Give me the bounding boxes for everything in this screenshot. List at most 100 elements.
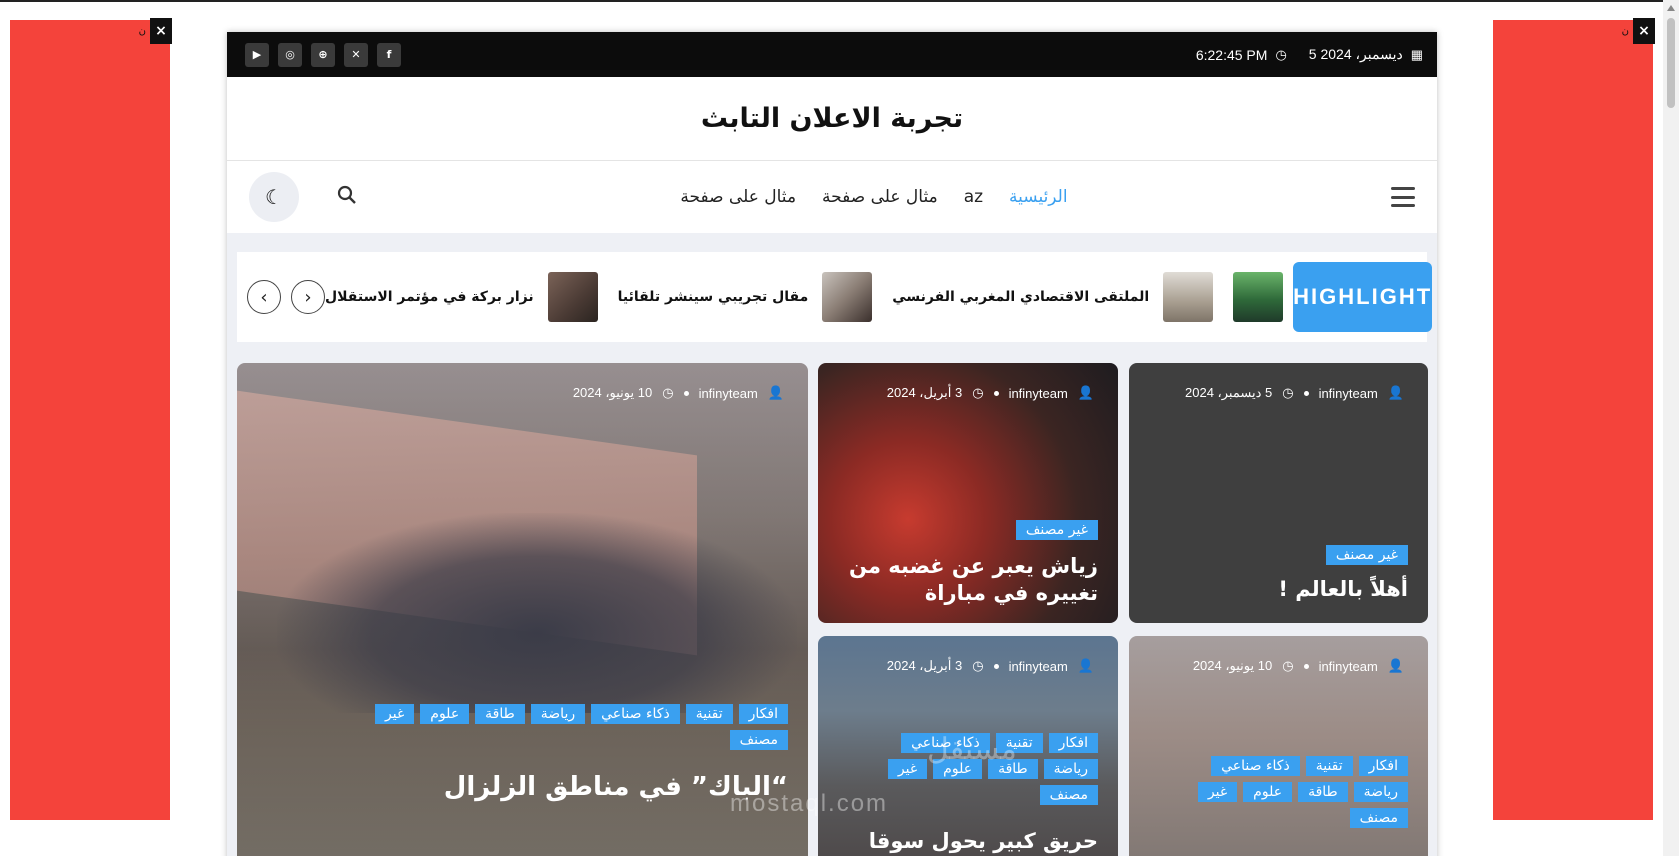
- post-card[interactable]: 👤 infinyteam ◷ 5 ديسمبر، 2024 غير مصنف أ…: [1129, 363, 1428, 623]
- tag[interactable]: مصنف: [729, 730, 788, 750]
- date-time: 6:22:45 PM ◷ 5 ديسمبر، 2024 ▦: [1196, 46, 1423, 63]
- tag[interactable]: غير: [887, 759, 928, 779]
- ticker-thumbnail: [547, 272, 598, 322]
- right-side-ad[interactable]: ن ×: [1493, 18, 1655, 820]
- tag[interactable]: تقنية: [685, 704, 733, 724]
- nav-item-home[interactable]: الرئيسية: [1009, 187, 1068, 207]
- clock-icon: ◷: [662, 385, 674, 400]
- instagram-icon[interactable]: ◎: [278, 42, 302, 67]
- time-text: 6:22:45 PM: [1195, 46, 1268, 63]
- ticker-thumbnail: [1163, 272, 1214, 322]
- tag[interactable]: افكار: [1358, 756, 1408, 776]
- ticker-thumbnail: [822, 272, 873, 322]
- post-title[interactable]: أهلاً بالعالم !: [1278, 576, 1408, 603]
- facebook-icon[interactable]: f: [377, 42, 401, 67]
- ticker-items: نزار بركة في مؤتمر الاستقلال مقال تجريبي…: [325, 272, 1293, 322]
- social-links: ▶ ◎ ⊕ ✕ f: [245, 42, 401, 67]
- post-tags: افكار تقنية ذكاء صناعي رياضة طاقة علوم غ…: [1158, 756, 1408, 828]
- chevron-right-icon[interactable]: ›: [291, 280, 325, 314]
- highlight-ticker: ‹ › نزار بركة في مؤتمر الاستقلال مقال تج…: [237, 252, 1433, 342]
- post-date: 3 أبريل، 2024: [886, 385, 963, 400]
- post-title[interactable]: زياش يعبر عن غضبه من تغييره في مباراة: [838, 553, 1098, 608]
- post-author[interactable]: infinyteam: [1319, 386, 1378, 401]
- post-meta: 👤 infinyteam ◷ 3 أبريل، 2024: [887, 385, 1094, 401]
- tag[interactable]: افكار: [1048, 733, 1098, 753]
- dribbble-icon[interactable]: ⊕: [311, 42, 335, 67]
- ticker-item-title: مقال تجريبي سينشر تلقائيا: [617, 289, 809, 305]
- post-card[interactable]: 👤 infinyteam ◷ 10 يونيو، 2024 افكار تقني…: [1129, 636, 1428, 856]
- user-icon: 👤: [1387, 385, 1404, 400]
- tag[interactable]: علوم: [1243, 782, 1293, 802]
- top-bar: ▶ ◎ ⊕ ✕ f 6:22:45 PM ◷ 5 ديسمبر، 2024 ▦: [227, 32, 1437, 77]
- close-icon[interactable]: ×: [150, 18, 172, 44]
- user-icon: 👤: [1077, 658, 1094, 673]
- user-icon: 👤: [1077, 385, 1094, 400]
- tag[interactable]: رياضة: [1043, 759, 1098, 779]
- calendar-icon: ▦: [1410, 46, 1423, 62]
- post-meta: 👤 infinyteam ◷ 10 يونيو، 2024: [573, 385, 784, 401]
- ad-label: ن: [138, 26, 146, 37]
- window-top-border: [0, 0, 1679, 2]
- post-author[interactable]: infinyteam: [1009, 386, 1068, 401]
- tag[interactable]: طاقة: [475, 704, 525, 724]
- tag[interactable]: علوم: [420, 704, 470, 724]
- page-scrollbar[interactable]: [1663, 0, 1679, 856]
- ticker-item-title: الملتقى الاقتصادي المغربي الفرنسي: [892, 289, 1150, 305]
- search-icon[interactable]: [337, 185, 357, 209]
- tag[interactable]: مصنف: [1039, 785, 1098, 805]
- moon-icon: ☾: [265, 185, 283, 209]
- nav-item-az[interactable]: az: [964, 187, 983, 207]
- highlight-label: HIGHLIGHT: [1293, 262, 1433, 332]
- hamburger-menu-icon[interactable]: [1391, 187, 1415, 207]
- tag[interactable]: غير مصنف: [1015, 520, 1098, 540]
- tag[interactable]: ذكاء صناعي: [591, 704, 680, 724]
- tag[interactable]: ذكاء صناعي: [1211, 756, 1300, 776]
- clock-icon: ◷: [1282, 385, 1294, 400]
- clock-icon: ◷: [1282, 658, 1294, 673]
- tag[interactable]: غير: [375, 704, 415, 724]
- tag[interactable]: طاقة: [1298, 782, 1348, 802]
- tag[interactable]: غير مصنف: [1325, 545, 1408, 565]
- post-author[interactable]: infinyteam: [1009, 659, 1068, 674]
- watermark-domain: mostaql.com: [730, 790, 889, 817]
- tag[interactable]: رياضة: [1353, 782, 1408, 802]
- post-tags: غير مصنف: [1015, 520, 1098, 540]
- watermark-logo: مستقل: [927, 733, 1017, 766]
- post-author[interactable]: infinyteam: [699, 386, 758, 401]
- tag[interactable]: غير: [1197, 782, 1238, 802]
- post-meta: 👤 infinyteam ◷ 10 يونيو، 2024: [1193, 658, 1404, 674]
- post-date: 3 أبريل، 2024: [886, 658, 963, 673]
- scroll-up-icon[interactable]: [1667, 5, 1675, 11]
- date-text: 5 ديسمبر، 2024: [1308, 46, 1403, 62]
- tag[interactable]: مصنف: [1349, 808, 1408, 828]
- post-author[interactable]: infinyteam: [1319, 659, 1378, 674]
- chevron-left-icon[interactable]: ‹: [247, 280, 281, 314]
- nav-item-sample-page[interactable]: مثال على صفحة: [822, 187, 938, 207]
- youtube-icon[interactable]: ▶: [245, 42, 269, 67]
- post-date: 10 يونيو، 2024: [572, 385, 653, 400]
- x-icon[interactable]: ✕: [344, 42, 368, 67]
- dark-mode-toggle[interactable]: ☾: [249, 172, 299, 222]
- ticker-item[interactable]: الملتقى الاقتصادي المغربي الفرنسي: [892, 272, 1214, 322]
- post-card[interactable]: 👤 infinyteam ◷ 3 أبريل، 2024 غير مصنف زي…: [818, 363, 1118, 623]
- left-side-ad[interactable]: ن ×: [10, 18, 172, 820]
- time-display: 6:22:45 PM ◷: [1196, 47, 1287, 63]
- tag[interactable]: تقنية: [1305, 756, 1353, 776]
- ticker-item-title: نزار بركة في مؤتمر الاستقلال: [325, 289, 534, 305]
- ticker-item[interactable]: مقال تجريبي سينشر تلقائيا: [618, 272, 873, 322]
- close-icon[interactable]: ×: [1633, 18, 1655, 44]
- clock-icon: ◷: [972, 658, 984, 673]
- ticker-item[interactable]: [1233, 272, 1284, 322]
- featured-post-card[interactable]: 👤 infinyteam ◷ 10 يونيو، 2024 افكار تقني…: [237, 363, 808, 856]
- post-date: 5 ديسمبر، 2024: [1185, 385, 1273, 400]
- site-title[interactable]: تجربة الاعلان التابث: [701, 103, 963, 134]
- tag[interactable]: افكار: [738, 704, 788, 724]
- nav-tools: ☾: [249, 172, 357, 222]
- site-header: تجربة الاعلان التابث: [227, 77, 1437, 161]
- ticker-item[interactable]: نزار بركة في مؤتمر الاستقلال: [325, 272, 598, 322]
- nav-item-sample-page-2[interactable]: مثال على صفحة: [680, 187, 796, 207]
- tag[interactable]: رياضة: [530, 704, 586, 724]
- scroll-thumb[interactable]: [1667, 18, 1675, 108]
- main-navigation: ☾ الرئيسية az مثال على صفحة مثال على صفح…: [227, 161, 1437, 233]
- post-title[interactable]: حريق كبير يحول سوقا: [869, 828, 1098, 855]
